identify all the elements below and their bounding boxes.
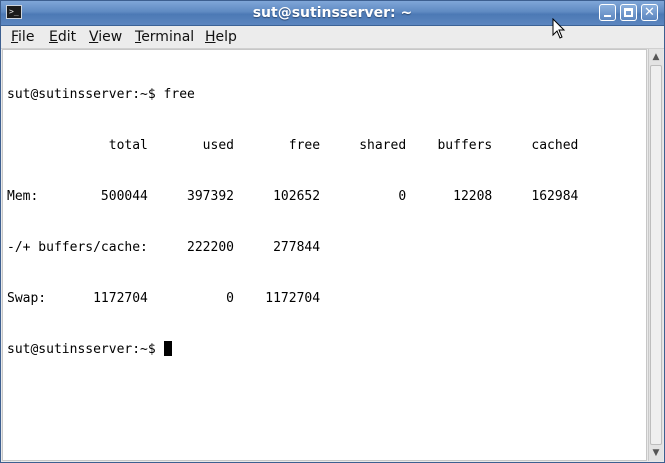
menu-edit[interactable]: Edit bbox=[49, 29, 76, 45]
terminal-command: free bbox=[163, 87, 195, 102]
menu-file[interactable]: File bbox=[11, 29, 34, 45]
scrollbar-thumb[interactable] bbox=[650, 65, 662, 445]
close-button[interactable]: ✕ bbox=[641, 4, 658, 21]
menu-edit-mnemonic: E bbox=[49, 29, 58, 45]
mouse-pointer-icon bbox=[552, 18, 566, 39]
vertical-scrollbar[interactable]: ▲ ▼ bbox=[648, 49, 663, 461]
terminal-output-area[interactable]: sut@sutinsserver:~$ free total used free… bbox=[2, 49, 647, 461]
scroll-up-arrow-icon[interactable]: ▲ bbox=[649, 50, 663, 64]
minimize-icon bbox=[604, 15, 611, 17]
menu-help-label: elp bbox=[215, 29, 237, 45]
text-cursor bbox=[163, 341, 172, 356]
menu-view[interactable]: View bbox=[89, 29, 122, 45]
free-buffers-cache-row: -/+ buffers/cache: 222200 277844 bbox=[7, 240, 321, 255]
terminal-text: sut@sutinsserver:~$ free total used free… bbox=[7, 52, 578, 392]
scroll-down-arrow-icon[interactable]: ▼ bbox=[649, 446, 663, 460]
free-swap-row: Swap: 1172704 0 1172704 bbox=[7, 291, 321, 306]
menu-view-label: iew bbox=[98, 29, 123, 45]
menu-help-mnemonic: H bbox=[205, 29, 216, 45]
menu-file-mnemonic: F bbox=[11, 29, 19, 45]
menu-view-mnemonic: V bbox=[89, 29, 99, 45]
free-header-row: total used free shared buffers cached bbox=[7, 138, 579, 153]
menu-file-label: ile bbox=[18, 29, 35, 45]
maximize-icon bbox=[624, 8, 633, 17]
menu-terminal[interactable]: Terminal bbox=[135, 29, 194, 45]
close-icon: ✕ bbox=[644, 5, 655, 20]
maximize-button[interactable] bbox=[620, 4, 637, 21]
terminal-prompt: sut@sutinsserver:~$ bbox=[7, 87, 164, 102]
menu-edit-label: dit bbox=[57, 29, 77, 45]
terminal-active-line: sut@sutinsserver:~$ bbox=[7, 341, 578, 358]
terminal-final-prompt: sut@sutinsserver:~$ bbox=[7, 342, 164, 357]
terminal-window: >_ sut@sutinsserver: ~ ✕ File Edit View … bbox=[0, 0, 665, 463]
menu-terminal-label: erminal bbox=[141, 29, 195, 45]
terminal-command-line: sut@sutinsserver:~$ free bbox=[7, 86, 578, 103]
minimize-button[interactable] bbox=[599, 4, 616, 21]
free-mem-row: Mem: 500044 397392 102652 0 12208 162984 bbox=[7, 189, 579, 204]
menu-help[interactable]: Help bbox=[205, 29, 237, 45]
